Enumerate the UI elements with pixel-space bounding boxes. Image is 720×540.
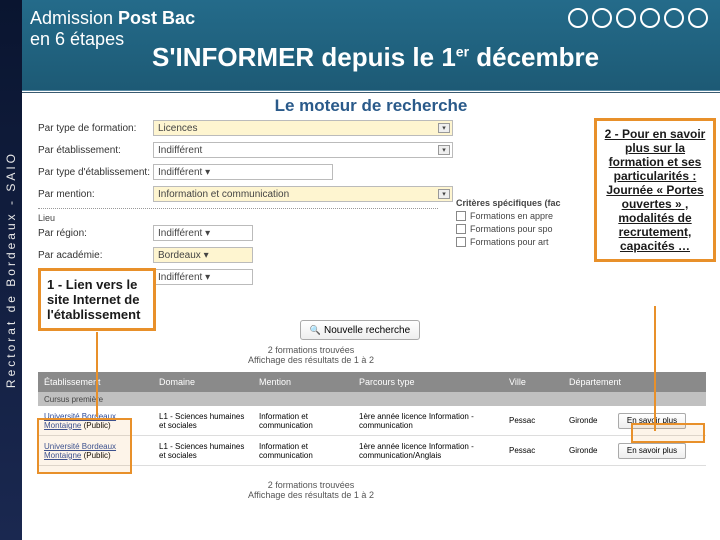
step-circle — [616, 8, 636, 28]
checkbox[interactable] — [456, 211, 466, 221]
search-form: Par type de formation: Licences▾ Par éta… — [38, 120, 588, 291]
divider — [22, 92, 720, 93]
divider — [22, 90, 720, 91]
slide-title: S'INFORMER depuis le 1er décembre — [152, 42, 599, 73]
callout-connector — [96, 332, 98, 417]
results-footer: 2 formations trouvées Affichage des résu… — [22, 480, 600, 500]
results-count: 2 formations trouvées Affichage des résu… — [22, 345, 600, 365]
form-label: Par type de formation: — [38, 123, 153, 134]
formation-type-select[interactable]: Licences▾ — [153, 120, 453, 136]
step-circle — [664, 8, 684, 28]
chevron-down-icon: ▾ — [438, 145, 450, 155]
step-circle — [688, 8, 708, 28]
results-table: Établissement Domaine Mention Parcours t… — [38, 372, 706, 466]
table-row: Université Bordeaux Montaigne (Public) L… — [38, 436, 706, 466]
step-indicator — [568, 8, 708, 28]
chevron-down-icon: ▾ — [438, 189, 450, 199]
en-savoir-plus-button[interactable]: En savoir plus — [618, 443, 686, 459]
table-row: Université Bordeaux Montaigne (Public) L… — [38, 406, 706, 436]
type-etab-select[interactable]: Indifférent ▾ — [153, 164, 333, 180]
step-circle — [592, 8, 612, 28]
form-label: Par type d'établissement: — [38, 167, 153, 178]
new-search-button[interactable]: Nouvelle recherche — [300, 320, 420, 340]
table-header: Établissement Domaine Mention Parcours t… — [38, 372, 706, 392]
form-label: Par académie: — [38, 250, 153, 261]
sidebar: Rectorat de Bordeaux - SAIO — [0, 0, 22, 540]
sidebar-text: Rectorat de Bordeaux - SAIO — [4, 151, 18, 388]
chevron-down-icon: ▾ — [438, 123, 450, 133]
academie-select[interactable]: Bordeaux ▾ — [153, 247, 253, 263]
checkbox[interactable] — [456, 224, 466, 234]
callout-connector — [654, 306, 656, 431]
mention-select[interactable]: Information et communication▾ — [153, 186, 453, 202]
callout-2: 2 - Pour en savoir plus sur la formation… — [594, 118, 716, 262]
region-select[interactable]: Indifférent ▾ — [153, 225, 253, 241]
header-banner: Admission Post Bac en 6 étapes S'INFORME… — [22, 0, 720, 90]
form-label: Par région: — [38, 228, 153, 239]
specs-title: Critères spécifiques (fac — [456, 198, 586, 208]
brand-line1-bold: Post Bac — [118, 8, 195, 28]
form-label: Par établissement: — [38, 145, 153, 156]
departement-select[interactable]: Indifférent ▾ — [153, 269, 253, 285]
en-savoir-plus-button[interactable]: En savoir plus — [618, 413, 686, 429]
callout-1: 1 - Lien vers le site Internet de l'étab… — [38, 268, 156, 331]
step-circle — [568, 8, 588, 28]
brand-line2: en 6 étapes — [30, 29, 124, 49]
step-circle — [640, 8, 660, 28]
checkbox[interactable] — [456, 237, 466, 247]
divider — [38, 208, 438, 209]
specific-criteria: Critères spécifiques (fac Formations en … — [456, 198, 586, 250]
section-title: Le moteur de recherche — [22, 96, 720, 116]
form-label: Par mention: — [38, 189, 153, 200]
table-group: Cursus première — [38, 392, 706, 406]
brand-line1: Admission — [30, 8, 113, 28]
etablissement-select[interactable]: Indifférent▾ — [153, 142, 453, 158]
